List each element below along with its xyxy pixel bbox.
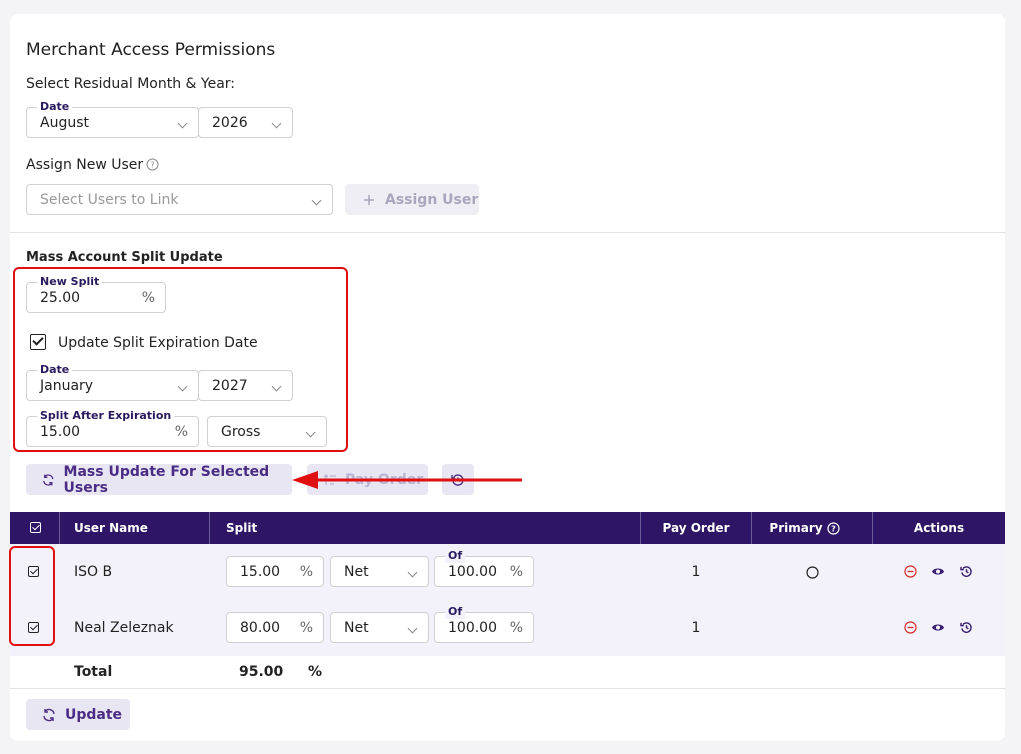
permissions-card: Merchant Access Permissions Select Resid…: [9, 14, 1005, 741]
select-all-checkbox[interactable]: [30, 522, 41, 533]
mass-update-button[interactable]: Mass Update For Selected Users: [26, 463, 292, 496]
split-type-select[interactable]: Net: [330, 556, 429, 587]
total-unit: %: [308, 664, 323, 680]
residual-year-value: 2026: [212, 115, 248, 131]
split-type-value: Net: [344, 620, 369, 636]
total-label: Total: [74, 664, 113, 680]
annotation-highlight-box: [9, 546, 55, 646]
table-bottom-divider: [10, 688, 1005, 689]
svg-text:?: ?: [150, 161, 154, 170]
of-input[interactable]: Of 100.00 %: [434, 549, 534, 587]
split-value: 15.00: [240, 564, 281, 580]
annotation-arrow-icon: [292, 471, 522, 489]
chevron-down-icon: [177, 118, 188, 129]
refresh-icon: [43, 708, 55, 721]
svg-text:?: ?: [831, 524, 836, 533]
page-title: Merchant Access Permissions: [26, 40, 276, 60]
plus-icon: [364, 194, 374, 205]
split-input[interactable]: 80.00 %: [226, 612, 324, 643]
header-primary: Primary ?: [752, 512, 857, 544]
chevron-down-icon: [407, 567, 418, 578]
of-input[interactable]: Of 100.00 %: [434, 605, 534, 643]
split-type-select[interactable]: Net: [330, 612, 429, 643]
help-icon[interactable]: ?: [146, 158, 159, 171]
chevron-down-icon: [311, 195, 322, 206]
of-value: 100.00: [448, 564, 497, 580]
header-pay-order: Pay Order: [662, 521, 730, 535]
of-legend: Of: [445, 605, 466, 619]
percent-suffix: %: [299, 564, 313, 580]
select-users-placeholder: Select Users to Link: [40, 192, 179, 208]
assign-user-button[interactable]: Assign User: [345, 184, 479, 215]
annotation-highlight-box: [13, 267, 348, 452]
residual-label: Select Residual Month & Year:: [26, 76, 236, 92]
percent-suffix: %: [299, 620, 313, 636]
residual-month-value: August: [40, 115, 89, 131]
table-row: Neal Zeleznak 80.00 % Net Of 100.00 % 1: [10, 600, 1005, 656]
update-button[interactable]: Update: [26, 699, 130, 730]
total-value: 95.00: [239, 664, 284, 680]
residual-month-select[interactable]: Date August: [26, 100, 199, 138]
table-row: ISO B 15.00 % Net Of 100.00 % 1: [10, 544, 1005, 600]
split-input[interactable]: 15.00 %: [226, 556, 324, 587]
update-label: Update: [65, 706, 123, 723]
date-legend: Date: [37, 100, 73, 114]
view-eye-icon[interactable]: [931, 566, 945, 577]
view-eye-icon[interactable]: [931, 622, 945, 633]
split-value: 80.00: [240, 620, 281, 636]
assign-user-label: Assign New User: [26, 157, 144, 173]
section-divider: [10, 232, 1005, 233]
mass-update-heading: Mass Account Split Update: [26, 250, 223, 265]
header-actions: Actions: [913, 521, 965, 535]
chevron-down-icon: [271, 118, 282, 129]
header-split: Split: [226, 521, 258, 535]
remove-icon[interactable]: [904, 621, 917, 634]
percent-suffix: %: [509, 620, 523, 636]
residual-year-select[interactable]: 2026: [198, 107, 293, 138]
pay-order-value: 1: [691, 564, 701, 580]
user-name: Neal Zeleznak: [74, 620, 174, 636]
percent-suffix: %: [509, 564, 523, 580]
history-icon[interactable]: [960, 621, 973, 634]
of-legend: Of: [445, 549, 466, 563]
split-type-value: Net: [344, 564, 369, 580]
primary-radio[interactable]: [806, 566, 819, 579]
assign-user-label-text: Assign User: [385, 191, 479, 208]
header-primary-label: Primary: [769, 521, 823, 535]
remove-icon[interactable]: [904, 565, 917, 578]
of-value: 100.00: [448, 620, 497, 636]
header-user-name: User Name: [74, 521, 148, 535]
help-icon[interactable]: ?: [826, 521, 840, 535]
user-name: ISO B: [74, 564, 113, 580]
history-icon[interactable]: [960, 565, 973, 578]
table-header: User Name Split Pay Order Primary ? Acti…: [10, 512, 1005, 544]
mass-update-label: Mass Update For Selected Users: [63, 463, 270, 496]
chevron-down-icon: [407, 623, 418, 634]
refresh-icon: [43, 473, 54, 486]
select-users-input[interactable]: Select Users to Link: [26, 184, 333, 215]
pay-order-value: 1: [691, 620, 701, 636]
